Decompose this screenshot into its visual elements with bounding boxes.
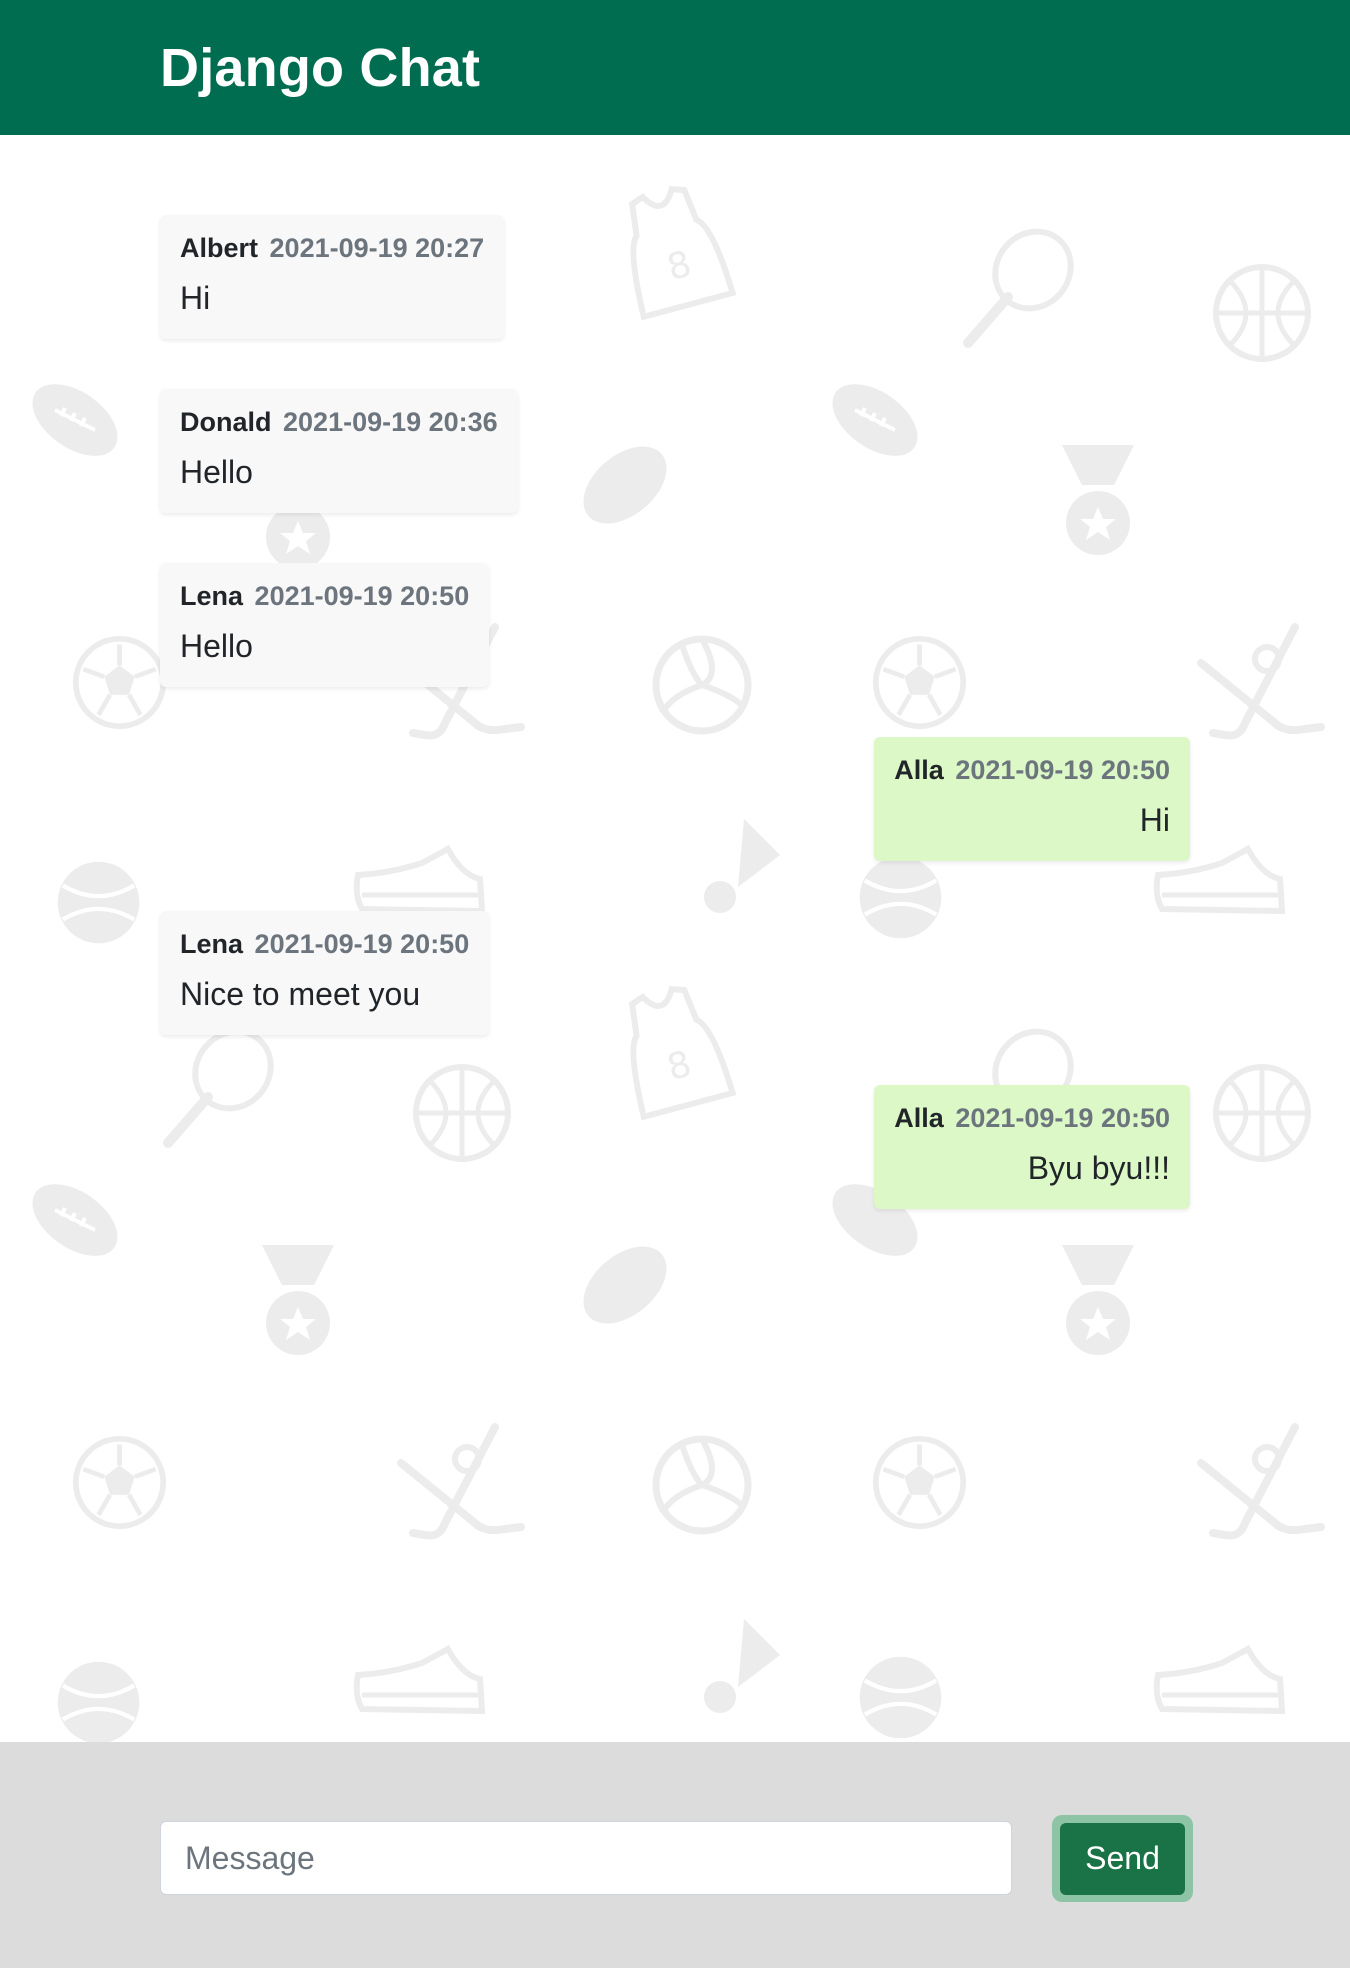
volleyball-icon	[652, 1435, 752, 1535]
basketball-jersey-icon: 8	[628, 986, 737, 1121]
send-button-label: Send	[1060, 1822, 1185, 1895]
message-meta: Lena 2021-09-19 20:50	[180, 929, 469, 960]
message-timestamp: 2021-09-19 20:50	[254, 929, 470, 959]
soccer-ball-icon	[872, 635, 967, 730]
soccer-ball-icon	[72, 635, 167, 730]
chat-message-own: Alla 2021-09-19 20:50 Byu byu!!!	[874, 1085, 1190, 1209]
soccer-ball-icon	[72, 1435, 167, 1530]
message-timestamp: 2021-09-19 20:50	[254, 581, 470, 611]
tennis-ball-icon	[57, 1661, 140, 1742]
chat-message: Lena 2021-09-19 20:50 Hello	[160, 563, 490, 687]
hockey-puck-icon	[583, 446, 667, 524]
send-button[interactable]: Send	[1052, 1815, 1193, 1902]
navbar: Django Chat	[0, 0, 1350, 135]
hockey-puck-icon	[583, 1246, 667, 1324]
basketball-jersey-icon: 8	[628, 186, 737, 321]
tennis-racket-icon	[963, 228, 1074, 348]
message-author: Lena	[180, 929, 244, 959]
app-title[interactable]: Django Chat	[160, 37, 480, 99]
basketball-icon	[1213, 264, 1311, 362]
chat-message: Lena 2021-09-19 20:50 Nice to meet you	[160, 911, 490, 1035]
football-icon	[832, 384, 918, 456]
football-icon	[32, 1184, 118, 1256]
svg-text:8: 8	[663, 244, 696, 290]
chat-messages-area[interactable]: 8 8 Albert 2021-09-19 20:27 Hi Donald 20…	[0, 135, 1350, 1742]
message-author: Alla	[894, 755, 944, 785]
message-composer: Send	[0, 1742, 1350, 1968]
medal-icon	[1062, 445, 1134, 555]
tennis-ball-icon	[57, 861, 140, 944]
message-timestamp: 2021-09-19 20:27	[269, 233, 485, 263]
sneaker-icon	[1153, 1644, 1286, 1715]
message-text: Hi	[1139, 802, 1170, 838]
chat-message: Donald 2021-09-19 20:36 Hello	[160, 389, 518, 513]
message-text: Nice to meet you	[180, 976, 421, 1012]
medal-icon	[1062, 1245, 1134, 1355]
message-meta: Donald 2021-09-19 20:36	[180, 407, 498, 438]
hockey-stick-icon	[397, 1423, 525, 1540]
chat-message: Albert 2021-09-19 20:27 Hi	[160, 215, 505, 339]
message-meta: Alla 2021-09-19 20:50	[894, 755, 1170, 786]
football-icon	[32, 384, 118, 456]
message-author: Albert	[180, 233, 259, 263]
message-author: Alla	[894, 1103, 944, 1133]
message-author: Lena	[180, 581, 244, 611]
hockey-stick-icon	[1197, 623, 1325, 740]
svg-text:8: 8	[663, 1044, 696, 1090]
message-text: Hello	[180, 628, 253, 664]
chat-message-own: Alla 2021-09-19 20:50 Hi	[874, 737, 1190, 861]
message-timestamp: 2021-09-19 20:50	[955, 755, 1170, 785]
basketball-icon	[1213, 1064, 1311, 1162]
message-timestamp: 2021-09-19 20:36	[283, 407, 498, 437]
shuttlecock-icon	[704, 1619, 780, 1713]
medal-icon	[262, 1245, 334, 1355]
soccer-ball-icon	[872, 1435, 967, 1530]
sneaker-icon	[353, 1644, 486, 1715]
tennis-ball-icon	[859, 856, 942, 939]
message-text: Byu byu!!!	[1027, 1150, 1170, 1186]
hockey-stick-icon	[1197, 1423, 1325, 1540]
message-input[interactable]	[160, 1821, 1012, 1895]
message-author: Donald	[180, 407, 272, 437]
volleyball-icon	[652, 635, 752, 735]
message-meta: Lena 2021-09-19 20:50	[180, 581, 469, 612]
message-meta: Albert 2021-09-19 20:27	[180, 233, 484, 264]
message-timestamp: 2021-09-19 20:50	[955, 1103, 1170, 1133]
message-text: Hello	[180, 454, 253, 490]
basketball-icon	[413, 1064, 511, 1162]
message-meta: Alla 2021-09-19 20:50	[894, 1103, 1170, 1134]
tennis-racket-icon	[163, 1028, 274, 1148]
tennis-ball-icon	[859, 1656, 942, 1739]
shuttlecock-icon	[704, 819, 780, 913]
message-text: Hi	[180, 280, 211, 316]
